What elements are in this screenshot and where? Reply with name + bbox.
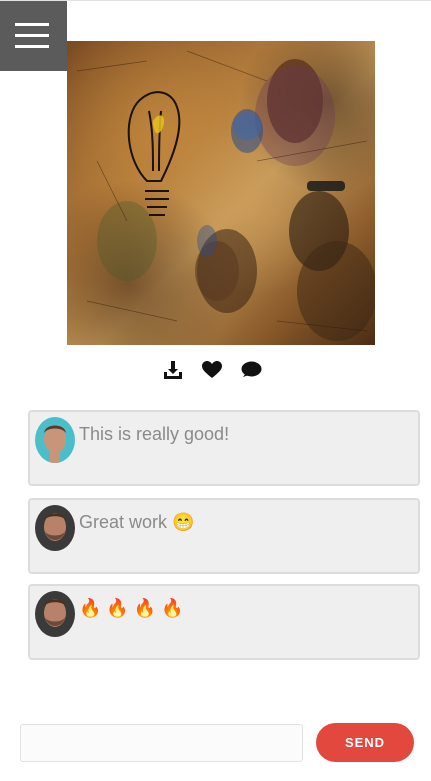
- avatar[interactable]: [35, 417, 75, 463]
- artwork-image: [67, 41, 375, 345]
- message-input[interactable]: [20, 724, 303, 762]
- heart-icon[interactable]: [201, 359, 223, 381]
- fire-emoji: 🔥 🔥 🔥 🔥: [79, 598, 184, 618]
- post-actions: [162, 358, 262, 382]
- comment-icon[interactable]: [240, 359, 262, 381]
- comment-text: Great work 😁: [79, 512, 195, 532]
- grinning-emoji: 😁: [172, 512, 195, 532]
- comment-text: This is really good!: [79, 424, 230, 444]
- download-icon[interactable]: [162, 359, 184, 381]
- comment-item: Great work 😁: [28, 498, 420, 574]
- comment-item: This is really good!: [28, 410, 420, 486]
- comment-item: 🔥 🔥 🔥 🔥: [28, 584, 420, 660]
- send-button[interactable]: SEND: [316, 723, 414, 762]
- comment-text: 🔥 🔥 🔥 🔥: [79, 598, 184, 619]
- avatar[interactable]: [35, 591, 75, 637]
- avatar[interactable]: [35, 505, 75, 551]
- menu-button[interactable]: [0, 1, 67, 71]
